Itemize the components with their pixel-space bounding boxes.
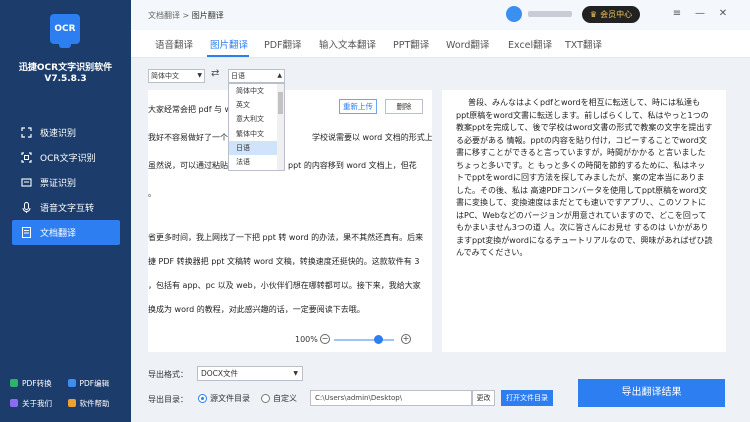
breadcrumb-current: 图片翻译	[191, 11, 224, 20]
sidebar-item-fast-recognize[interactable]: 极速识别	[12, 120, 120, 145]
dropdown-scroll-thumb[interactable]	[278, 92, 283, 114]
document-translate-icon	[20, 227, 32, 239]
source-line: 换成为 word 的教程，对此感兴趣的话，一定要阅读下去哦。	[148, 305, 365, 314]
language-option-selected[interactable]: 日语	[229, 140, 284, 155]
avatar[interactable]	[506, 6, 522, 22]
sidebar-item-voice[interactable]: 语音文字互转	[12, 195, 120, 220]
tab-pdf[interactable]: PDF翻译	[264, 37, 302, 51]
source-line-tail: ppt 的内容移到 word 文档上，但花	[288, 161, 417, 170]
tab-ppt[interactable]: PPT翻译	[393, 37, 429, 51]
pdf-convert-link[interactable]: PDF转换	[10, 378, 68, 389]
pdf-edit-link[interactable]: PDF编辑	[67, 378, 126, 389]
app-version: V7.5.8.3	[44, 74, 87, 84]
open-dir-button[interactable]: 打开文件目录	[501, 390, 553, 406]
sidebar-nav: 极速识别 OCR文字识别 票证识别 语音文字互转 文档翻译	[12, 120, 120, 245]
chevron-down-icon: ▼	[197, 72, 202, 79]
help-icon	[67, 399, 76, 407]
zoom-slider-thumb[interactable]	[374, 335, 383, 344]
source-line-tail: 学校说需要以 word 文档的形式上交教	[312, 133, 432, 142]
tab-word[interactable]: Word翻译	[446, 37, 489, 51]
dropdown-scrollbar[interactable]	[277, 84, 284, 170]
language-option[interactable]: 简体中文	[229, 84, 284, 98]
source-line: 大家经常会把 pdf 与 w	[148, 105, 232, 114]
language-option[interactable]: 繁体中文	[229, 127, 284, 141]
tab-text-input[interactable]: 输入文本翻译	[319, 37, 376, 51]
source-line: 省更多时间，我上网找了一下把 ppt 转 word 的办法，果不其然还真有。后来	[148, 233, 424, 242]
source-line: 虽然说，可以通过粘贴	[148, 161, 228, 170]
zoom-out-icon[interactable]: −	[320, 334, 330, 344]
sidebar-item-label: 文档翻译	[40, 229, 77, 239]
vip-center-button[interactable]: ♛ 会员中心	[582, 6, 640, 23]
zoom-slider-track[interactable]	[334, 339, 394, 341]
language-option[interactable]: 英文	[229, 98, 284, 112]
export-translation-button[interactable]: 导出翻译结果	[578, 379, 725, 407]
tab-excel[interactable]: Excel翻译	[508, 37, 552, 51]
translated-text-panel: 普段、みんなはよくpdfとwordを相互に転送して、時には私達もppt原稿をwo…	[442, 90, 726, 352]
language-option[interactable]: 意大利文	[229, 112, 284, 126]
zoom-level: 100%	[295, 335, 318, 344]
sidebar: OCR 迅捷OCR文字识别软件 V7.5.8.3 极速识别 OCR文字识别 票证…	[0, 0, 131, 422]
swap-languages-icon[interactable]: ⇄	[211, 68, 219, 79]
crown-icon: ♛	[589, 10, 598, 19]
sidebar-tools: PDF转换 PDF编辑 关于我们 软件帮助	[10, 373, 125, 413]
help-link[interactable]: 软件帮助	[67, 398, 126, 409]
export-dir-label: 导出目录：	[148, 395, 188, 404]
sidebar-item-ticket[interactable]: 票证识别	[12, 170, 120, 195]
close-button[interactable]: ✕	[716, 6, 730, 20]
tab-image[interactable]: 图片翻译	[210, 37, 248, 51]
target-language-select[interactable]: 日语 ▲	[228, 69, 285, 83]
radio-source-dir[interactable]: 源文件目录	[198, 393, 250, 404]
sidebar-item-doc-translate[interactable]: 文档翻译	[12, 220, 120, 245]
source-language-select[interactable]: 简体中文 ▼	[148, 69, 205, 83]
minimize-button[interactable]: —	[693, 6, 707, 20]
source-line: ，包括有 app、pc 以及 web，小伙伴们想在哪转都可以。接下来，我给大家	[148, 281, 421, 290]
menu-icon[interactable]: ≡	[670, 6, 684, 20]
about-icon	[10, 399, 18, 407]
sidebar-item-label: OCR文字识别	[40, 154, 96, 164]
app-name: 迅捷OCR文字识别软件	[18, 63, 113, 73]
radio-unselected-icon	[261, 394, 270, 403]
chevron-down-icon: ▼	[293, 370, 298, 377]
top-bar: 文档翻译 > 图片翻译 ♛ 会员中心 ≡ — ✕	[131, 0, 750, 30]
zoom-bar: 100% − +	[148, 330, 432, 352]
export-format-select[interactable]: DOCX文件 ▼	[197, 366, 303, 381]
ticket-icon	[20, 177, 32, 189]
active-tab-indicator	[207, 55, 249, 57]
tab-voice[interactable]: 语音翻译	[155, 37, 193, 51]
source-text-panel: 大家经常会把 pdf 与 w 我好不容易做好了一个 学校说需要以 word 文档…	[148, 90, 432, 352]
radio-selected-icon	[198, 394, 207, 403]
radio-custom-dir[interactable]: 自定义	[261, 393, 297, 404]
export-format-label: 导出格式：	[148, 370, 188, 379]
language-option[interactable]: 法语	[229, 155, 284, 169]
ocr-icon	[20, 152, 32, 164]
sidebar-item-label: 语音文字互转	[40, 204, 95, 214]
microphone-icon	[20, 202, 32, 214]
breadcrumb: 文档翻译 > 图片翻译	[148, 11, 224, 20]
tab-txt[interactable]: TXT翻译	[565, 37, 602, 51]
about-link[interactable]: 关于我们	[10, 398, 68, 409]
sidebar-item-label: 极速识别	[40, 129, 77, 139]
username-masked	[528, 11, 572, 17]
scan-icon	[20, 127, 32, 139]
export-path-input[interactable]: C:\Users\admin\Desktop\	[310, 390, 472, 406]
zoom-in-icon[interactable]: +	[401, 334, 411, 344]
reupload-button[interactable]: 重新上传	[339, 99, 377, 114]
source-line: 我好不容易做好了一个	[148, 133, 228, 142]
chevron-down-icon: ▲	[277, 72, 282, 79]
sidebar-item-label: 票证识别	[40, 179, 77, 189]
source-line: 捷 PDF 转换器把 ppt 文稿转 word 文稿，转换速度还挺快的。这款软件…	[148, 257, 420, 266]
delete-button[interactable]: 删除	[385, 99, 423, 114]
translate-tabs: 语音翻译 图片翻译 PDF翻译 输入文本翻译 PPT翻译 Word翻译 Exce…	[131, 30, 750, 58]
breadcrumb-parent[interactable]: 文档翻译	[148, 11, 180, 20]
change-dir-button[interactable]: 更改	[472, 390, 495, 406]
source-line: 。	[148, 189, 156, 198]
target-language-dropdown: 简体中文 英文 意大利文 繁体中文 日语 法语	[228, 83, 285, 171]
app-logo: OCR	[50, 14, 80, 48]
sidebar-item-ocr[interactable]: OCR文字识别	[12, 145, 120, 170]
pdf-edit-icon	[67, 379, 76, 387]
pdf-convert-icon	[10, 379, 18, 387]
